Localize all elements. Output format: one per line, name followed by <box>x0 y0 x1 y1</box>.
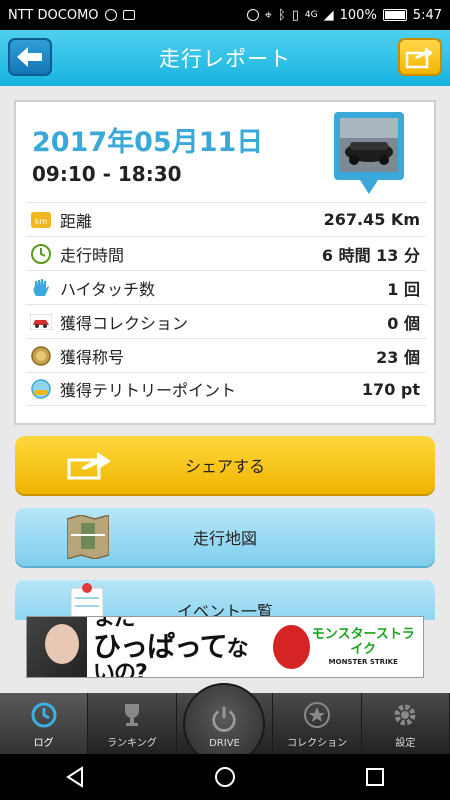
stat-row-distance: km 距離 267.45 Km <box>26 202 426 236</box>
bluetooth-icon: ᛒ <box>277 7 286 23</box>
stat-row-titles: 獲得称号 23 個 <box>26 338 426 372</box>
stat-label: 獲得テリトリーポイント <box>60 381 237 400</box>
nav-settings[interactable]: 設定 <box>362 693 450 754</box>
arrow-left-icon <box>17 47 42 67</box>
ad-logo-text: モンスターストライク <box>311 627 415 657</box>
carrier-label: NTT DOCOMO <box>8 7 99 23</box>
stat-value: 267.45 Km <box>323 210 420 229</box>
location-icon: ⌖ <box>264 7 272 23</box>
back-button[interactable] <box>8 38 52 76</box>
ad-copy: まだ ひっぱってないの? <box>87 617 267 677</box>
nav-collection-label: コレクション <box>287 738 348 749</box>
medal-icon <box>30 345 52 367</box>
signal-icon: ◢ <box>323 7 334 23</box>
report-stats: km 距離 267.45 Km 走行時間 6 時間 13 分 ハイタッチ数 1 … <box>26 202 426 406</box>
nav-settings-label: 設定 <box>395 738 416 749</box>
stat-value: 1 回 <box>387 279 420 299</box>
stat-row-collection: 獲得コレクション 0 個 <box>26 304 426 338</box>
hand-icon <box>30 277 52 299</box>
gear-icon <box>390 700 420 730</box>
nav-collection[interactable]: コレクション <box>273 693 362 754</box>
recents-square-icon[interactable] <box>364 766 386 788</box>
ad-line-2: ひっぱって <box>93 629 228 663</box>
nav-log-label: ログ <box>33 738 54 749</box>
status-bar: NTT DOCOMO ⌖ ᛒ ▯ 4G ◢ 100% 5:47 <box>0 0 450 30</box>
ad-logo-sub: MONSTER STRIKE <box>328 657 398 666</box>
stat-label: 走行時間 <box>60 245 125 265</box>
trophy-icon <box>117 700 147 730</box>
clock-icon <box>30 243 52 265</box>
battery-icon <box>382 9 407 21</box>
stat-value: 0 個 <box>387 313 420 333</box>
share-button-label: シェアする <box>184 457 265 476</box>
nav-ranking[interactable]: ランキング <box>88 693 177 754</box>
share-icon <box>67 452 111 480</box>
stat-label: 獲得称号 <box>60 347 125 367</box>
report-time-range: 09:10 - 18:30 <box>32 162 182 186</box>
report-card: 2017年05月11日 09:10 - 18:30 km 距離 267.45 K… <box>14 100 436 425</box>
report-date: 2017年05月11日 <box>32 127 264 158</box>
back-triangle-icon[interactable] <box>64 766 86 788</box>
battery-label: 100% <box>339 7 377 23</box>
page-title: 走行レポート <box>159 47 291 71</box>
nav-ranking-label: ランキング <box>107 738 157 749</box>
star-icon <box>302 700 332 730</box>
event-list-button[interactable]: イベント一覧 <box>15 580 435 621</box>
home-circle-icon[interactable] <box>214 766 236 788</box>
share-icon <box>405 47 433 69</box>
bottom-nav: ログ ランキング DRIVE コレクション 設定 <box>0 683 450 765</box>
app-header: 走行レポート <box>0 30 450 86</box>
stat-row-territory: 獲得テリトリーポイント 170 pt <box>26 372 426 406</box>
nfc-icon <box>246 9 259 21</box>
drive-map-button[interactable]: 走行地図 <box>15 508 435 566</box>
stat-value: 23 個 <box>376 347 420 367</box>
ad-character-icon <box>272 625 310 669</box>
stat-value: 170 pt <box>361 379 420 399</box>
record-icon <box>104 9 117 21</box>
car-photo-pin-icon <box>334 112 404 194</box>
clock-icon <box>29 700 59 730</box>
drive-map-label: 走行地図 <box>192 529 257 548</box>
system-nav-bar <box>0 754 450 800</box>
ad-photo <box>27 617 88 677</box>
event-note-icon <box>70 583 104 620</box>
nav-drive-label: DRIVE <box>209 738 240 749</box>
ad-logo: モンスターストライク MONSTER STRIKE <box>310 627 417 666</box>
stat-label: 獲得コレクション <box>60 313 189 333</box>
km-icon: km <box>30 209 52 231</box>
vibrate-icon: ▯ <box>291 7 299 23</box>
ad-banner[interactable]: まだ ひっぱってないの? モンスターストライク MONSTER STRIKE <box>26 616 424 678</box>
svg-text:km: km <box>35 217 48 226</box>
nav-drive[interactable]: DRIVE <box>177 683 274 765</box>
stat-label: ハイタッチ数 <box>60 279 156 299</box>
car-icon <box>30 311 52 333</box>
map-icon <box>67 515 109 559</box>
power-icon <box>209 704 239 734</box>
network-label: 4G <box>304 10 318 20</box>
nav-log[interactable]: ログ <box>0 693 89 754</box>
share-button[interactable]: シェアする <box>15 436 435 494</box>
header-share-button[interactable] <box>398 38 442 76</box>
mail-icon <box>122 10 135 20</box>
clock-time: 5:47 <box>412 7 442 23</box>
stat-value: 6 時間 13 分 <box>321 245 420 265</box>
stat-row-drive-time: 走行時間 6 時間 13 分 <box>26 236 426 270</box>
stat-label: 距離 <box>60 211 93 231</box>
spot-icon <box>30 378 52 400</box>
stat-row-high-touch: ハイタッチ数 1 回 <box>26 270 426 304</box>
